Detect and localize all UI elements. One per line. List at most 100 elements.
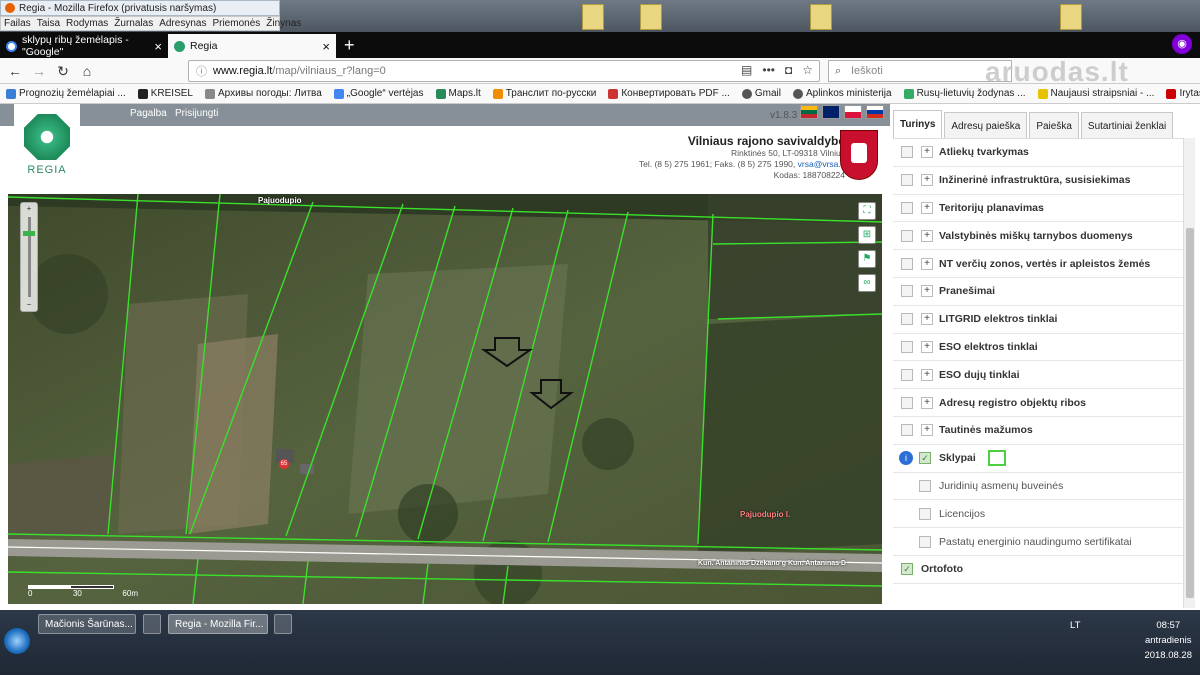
menu-item[interactable]: Rodymas (63, 18, 111, 29)
bookmark-item[interactable]: KREISEL (132, 88, 199, 99)
start-button[interactable] (4, 628, 30, 654)
layer-row[interactable]: + ESO elektros tinklai (893, 334, 1183, 362)
menu-item[interactable]: Žinynas (263, 18, 304, 29)
zoom-slider[interactable]: + − (20, 202, 38, 312)
expand-icon[interactable]: + (921, 396, 933, 409)
back-icon[interactable]: ← (6, 62, 24, 80)
menu-item[interactable]: Žurnalas (111, 18, 156, 29)
expand-icon[interactable]: + (921, 340, 933, 353)
bookmark-item[interactable]: Irytas.lt / Naujienos (1160, 88, 1200, 99)
expand-icon[interactable]: + (921, 285, 933, 298)
close-tab-icon[interactable]: × (154, 39, 162, 54)
system-clock[interactable]: 08:57 antradienis 2018.08.28 (1144, 618, 1192, 663)
home-icon[interactable]: ⌂ (78, 62, 96, 80)
expand-icon[interactable]: + (921, 174, 933, 187)
bookmark-item[interactable]: Maps.lt (430, 88, 487, 99)
layer-row[interactable]: + Pranešimai (893, 278, 1183, 306)
layer-list-scrollbar[interactable] (1183, 138, 1195, 608)
layer-checkbox[interactable]: ✓ (919, 452, 931, 465)
layer-row[interactable]: Pastatų energinio naudingumo sertifikata… (893, 528, 1183, 556)
bookmark-item[interactable]: Prognozių žemėlapiai ... (0, 88, 132, 99)
layer-row[interactable]: + LITGRID elektros tinklai (893, 306, 1183, 334)
bookmark-item[interactable]: Транслит по-русски (487, 88, 603, 99)
flag-tool-icon[interactable]: ⚑ (858, 250, 876, 268)
layer-checkbox[interactable] (901, 285, 913, 298)
regia-logo[interactable]: REGIA (14, 104, 80, 186)
measure-tool-icon[interactable]: ⊞ (858, 226, 876, 244)
expand-icon[interactable]: + (921, 257, 933, 270)
pocket-icon[interactable]: ◘ (785, 63, 792, 77)
tab-regia[interactable]: Regia × (168, 34, 336, 58)
expand-icon[interactable]: + (921, 368, 933, 381)
flag-lithuania-icon[interactable] (800, 105, 818, 119)
layer-row[interactable]: ✓ Ortofoto (893, 556, 1183, 584)
desktop-file-icon[interactable] (640, 4, 662, 30)
layer-checkbox[interactable] (901, 174, 913, 187)
menu-item[interactable]: Failas (1, 18, 34, 29)
layer-row[interactable]: + Valstybinės miškų tarnybos duomenys (893, 222, 1183, 251)
link-tool-icon[interactable]: ∞ (858, 274, 876, 292)
menu-item[interactable]: Adresynas (156, 18, 209, 29)
desktop-file-icon[interactable] (582, 4, 604, 30)
tab-google[interactable]: sklypų ribų žemėlapis - "Google" × (0, 34, 168, 58)
layer-checkbox[interactable]: ✓ (901, 563, 913, 576)
expand-icon[interactable]: + (921, 313, 933, 326)
bookmark-item[interactable]: Naujausi straipsniai - ... (1032, 88, 1161, 99)
flag-poland-icon[interactable] (844, 105, 862, 119)
layer-row[interactable]: Licencijos (893, 500, 1183, 529)
layer-checkbox[interactable] (901, 229, 913, 242)
tab-address-search[interactable]: Adresų paieška (944, 112, 1028, 138)
bookmark-item[interactable]: „Google“ vertėjas (328, 88, 430, 99)
layer-checkbox[interactable] (901, 313, 913, 326)
fullscreen-icon[interactable]: ⛶ (858, 202, 876, 220)
layer-checkbox[interactable] (919, 507, 931, 520)
page-actions-icon[interactable]: ••• (762, 63, 775, 77)
expand-icon[interactable]: + (921, 229, 933, 242)
new-tab-button[interactable]: + (336, 34, 363, 58)
tab-contents[interactable]: Turinys (893, 110, 943, 138)
layer-row[interactable]: + Adresų registro objektų ribos (893, 389, 1183, 417)
bookmark-item[interactable]: Gmail (736, 88, 787, 99)
map-viewport[interactable]: + − ⛶ ⊞ ⚑ ∞ Pajuodupio Pajuodupio l. Kun… (8, 194, 882, 604)
layer-row[interactable]: + Atliekų tvarkymas (893, 139, 1183, 167)
menu-item[interactable]: Taisa (34, 18, 63, 29)
expand-icon[interactable]: + (921, 201, 933, 214)
layer-checkbox[interactable] (901, 146, 913, 159)
layer-row[interactable]: + ESO dujų tinklai (893, 361, 1183, 390)
bookmark-item[interactable]: Конвертировать PDF ... (602, 88, 736, 99)
layer-row[interactable]: + NT verčių zonos, vertės ir apleistos že… (893, 250, 1183, 278)
url-field[interactable]: ⓘ www.regia.lt/map/vilniaus_r?lang=0 ▤ •… (188, 60, 820, 82)
layer-checkbox[interactable] (901, 424, 913, 437)
layer-row[interactable]: Juridinių asmenų buveinės (893, 473, 1183, 501)
info-icon[interactable]: ⓘ (196, 63, 207, 79)
layer-row[interactable]: + Tautinės mažumos (893, 417, 1183, 445)
desktop-file-icon[interactable] (810, 4, 832, 30)
bookmark-item[interactable]: Архивы погоды: Литва (199, 88, 328, 99)
zoom-in-icon[interactable]: + (24, 205, 34, 213)
layer-checkbox[interactable] (919, 535, 931, 548)
login-link[interactable]: Prisijungti (175, 108, 218, 119)
taskbar-firefox-window[interactable]: Regia - Mozilla Fir... (168, 614, 268, 634)
forward-icon[interactable]: → (30, 62, 48, 80)
close-tab-icon[interactable]: × (322, 39, 330, 54)
parcel-number-marker[interactable]: 65 (279, 459, 289, 469)
layer-checkbox[interactable] (901, 340, 913, 353)
reload-icon[interactable]: ↻ (54, 62, 72, 80)
taskbar-app-icon[interactable] (274, 614, 292, 634)
layer-row[interactable]: + Inžinerinė infrastruktūra, susisiekimas (893, 167, 1183, 195)
layer-info-icon[interactable]: i (899, 451, 913, 466)
layer-checkbox[interactable] (919, 479, 931, 492)
layer-row[interactable]: i ✓ Sklypai (893, 445, 1183, 473)
menu-item[interactable]: Priemonės (209, 18, 263, 29)
taskbar-folder-icon[interactable] (143, 614, 161, 634)
layer-checkbox[interactable] (901, 257, 913, 270)
zoom-rail[interactable] (28, 217, 31, 297)
help-link[interactable]: Pagalba (130, 108, 167, 119)
tab-search[interactable]: Paieška (1029, 112, 1079, 138)
bookmark-star-icon[interactable]: ☆ (802, 63, 813, 77)
expand-icon[interactable]: + (921, 146, 933, 159)
zoom-out-icon[interactable]: − (24, 301, 34, 309)
municipality-email[interactable]: vrsa@vrsa.lt (798, 159, 845, 169)
bookmark-item[interactable]: Rusų-lietuvių žodynas ... (898, 88, 1032, 99)
flag-uk-icon[interactable] (822, 105, 840, 119)
